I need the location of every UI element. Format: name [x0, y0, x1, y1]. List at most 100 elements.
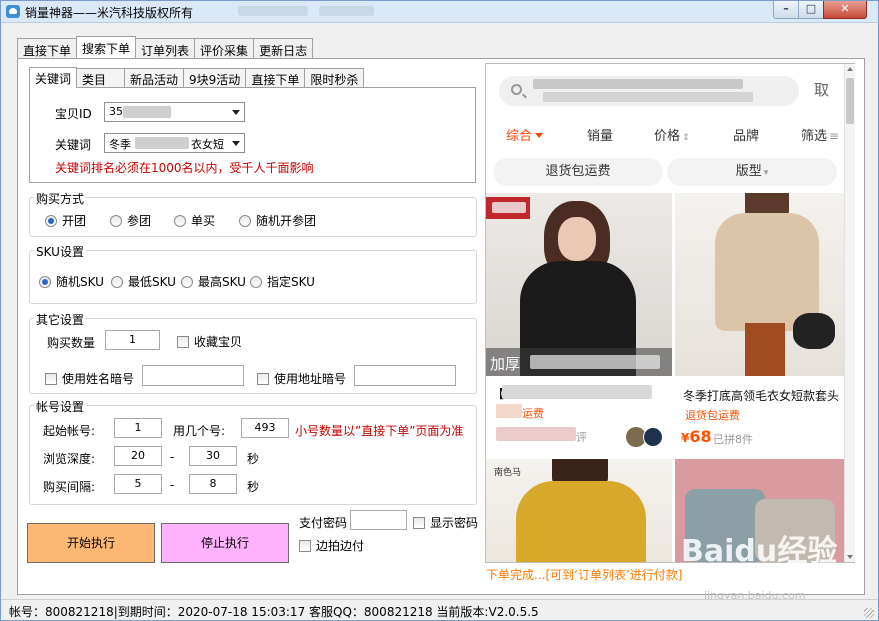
maximize-button[interactable]: □: [798, 1, 824, 19]
radio-dot-icon: [181, 275, 193, 288]
title-bar: 销量神器——米汽科技版权所有 – □ ✕: [1, 1, 878, 23]
filter-price[interactable]: 价格 ⇕: [654, 125, 690, 144]
radio-specific-sku[interactable]: 指定SKU: [250, 273, 315, 290]
radio-dot-icon: [250, 275, 262, 288]
show-password-checkbox[interactable]: 显示密码: [413, 514, 478, 531]
checkbox-label: 收藏宝贝: [194, 335, 243, 349]
scroll-thumb[interactable]: [846, 78, 854, 124]
tab-update-log[interactable]: 更新日志: [253, 38, 314, 58]
qty-input[interactable]: 1: [105, 330, 160, 350]
radio-lowest-sku[interactable]: 最低SKU: [111, 273, 176, 290]
product-card[interactable]: 加厚 【 运费 评: [486, 193, 672, 453]
addr-code-checkbox[interactable]: 使用地址暗号: [257, 370, 346, 387]
search-input[interactable]: [499, 76, 799, 106]
search-cancel-link[interactable]: 取: [814, 79, 829, 100]
pay-password-input[interactable]: [350, 510, 407, 530]
buy-interval-max-input[interactable]: 8: [189, 474, 237, 494]
filter-sales[interactable]: 销量: [587, 125, 613, 144]
product-photo-bag: [793, 313, 835, 349]
radio-label: 随机开参团: [256, 214, 317, 228]
radio-single-buy[interactable]: 单买: [174, 212, 215, 229]
radio-highest-sku[interactable]: 最高SKU: [181, 273, 246, 290]
favorite-checkbox[interactable]: 收藏宝贝: [177, 333, 242, 350]
item-id-label: 宝贝ID: [55, 107, 92, 121]
addr-code-input[interactable]: [354, 365, 456, 386]
radio-random-sku[interactable]: 随机SKU: [39, 273, 104, 290]
radio-dot-icon: [111, 275, 123, 288]
search-icon: [511, 84, 522, 95]
radio-join-group[interactable]: 参团: [110, 212, 151, 229]
radio-open-group[interactable]: 开团: [45, 212, 86, 229]
dropdown-arrow-icon: [232, 110, 240, 115]
keyword-combo[interactable]: 冬季 衣女短: [104, 133, 245, 153]
radio-label: 单买: [191, 214, 216, 228]
product-card[interactable]: 南色马: [486, 459, 672, 562]
pill-return-shipping[interactable]: 退货包运费: [493, 158, 663, 186]
stop-button[interactable]: 停止执行: [161, 523, 289, 563]
radio-label: 随机SKU: [56, 275, 104, 289]
name-code-checkbox[interactable]: 使用姓名暗号: [45, 370, 134, 387]
scroll-down-icon[interactable]: [847, 555, 853, 559]
buyer-avatar: [643, 427, 663, 447]
pay-while-shoot-checkbox[interactable]: 边拍边付: [299, 537, 364, 554]
blurred-region: [533, 79, 743, 89]
buy-interval-label: 购买间隔:: [43, 480, 96, 494]
item-id-combo[interactable]: 35: [104, 102, 245, 122]
caret-down-icon: [535, 133, 544, 138]
blurred-region: [496, 427, 576, 441]
checkbox-label: 使用姓名暗号: [62, 372, 135, 386]
minimize-icon: –: [783, 2, 789, 15]
subtab-direct-order[interactable]: 直接下单: [245, 68, 306, 87]
pill-fit[interactable]: 版型 ▾: [667, 158, 837, 186]
checkbox-box-icon: [45, 372, 57, 385]
account-settings-title: 帐号设置: [34, 398, 87, 415]
filter-screen[interactable]: 筛选 ≡: [801, 125, 839, 144]
watermark-logo: Baidu经验: [681, 534, 838, 569]
browse-depth-label: 浏览深度:: [43, 452, 96, 466]
resize-grip-icon[interactable]: [864, 608, 874, 618]
account-count-note: 小号数量以”直接下单”页面为准: [295, 424, 464, 438]
subtab-99-activity[interactable]: 9块9活动: [183, 68, 247, 87]
subtab-flash-sale[interactable]: 限时秒杀: [304, 68, 365, 87]
sub-tab-strip: 关键词 类目 新品活动 9块9活动 直接下单 限时秒杀: [29, 67, 365, 88]
browse-depth-min-input[interactable]: 20: [114, 446, 162, 466]
keyword-warning: 关键词排名必须在1000名以内，受千人千面影响: [55, 161, 314, 175]
scroll-up-icon[interactable]: [847, 67, 853, 71]
product-image: [675, 193, 844, 376]
radio-label: 最低SKU: [128, 275, 176, 289]
subtab-new-product[interactable]: 新品活动: [124, 68, 185, 87]
start-button[interactable]: 开始执行: [27, 523, 155, 563]
blurred-region: [496, 404, 522, 418]
blurred-region: [319, 6, 374, 16]
minimize-button[interactable]: –: [773, 1, 799, 19]
buy-interval-min-input[interactable]: 5: [114, 474, 162, 494]
tab-direct-order[interactable]: 直接下单: [17, 38, 78, 58]
checkbox-label: 使用地址暗号: [274, 372, 347, 386]
tab-search-order[interactable]: 搜索下单: [76, 36, 137, 58]
close-button[interactable]: ✕: [823, 1, 867, 19]
radio-label: 开团: [62, 214, 87, 228]
browse-depth-max-input[interactable]: 30: [189, 446, 237, 466]
filter-comprehensive[interactable]: 综合: [506, 125, 544, 144]
browser-scrollbar[interactable]: [844, 64, 855, 562]
filter-brand[interactable]: 品牌: [733, 125, 759, 144]
sku-title: SKU设置: [34, 243, 86, 260]
blurred-region: [492, 202, 526, 213]
radio-random-group[interactable]: 随机开参团: [239, 212, 316, 229]
subtab-keyword[interactable]: 关键词: [29, 67, 78, 88]
tab-review-collect[interactable]: 评价采集: [194, 38, 255, 58]
radio-dot-icon: [45, 214, 57, 227]
account-count-input[interactable]: 493: [241, 418, 289, 438]
maximize-icon: □: [805, 2, 817, 15]
blurred-region: [238, 6, 308, 16]
buy-mode-title: 购买方式: [34, 190, 87, 207]
product-card[interactable]: 冬季打底高领毛衣女短款套头 退货包运费 ¥68 已拼8件: [675, 193, 844, 453]
keyword-label: 关键词: [55, 138, 92, 152]
start-account-input[interactable]: 1: [114, 418, 162, 438]
range-dash: -: [170, 450, 175, 464]
blurred-region: [123, 106, 171, 118]
product-photo-skirt: [745, 323, 785, 376]
subtab-category[interactable]: 类目: [76, 68, 126, 87]
tab-order-list[interactable]: 订单列表: [135, 38, 196, 58]
name-code-input[interactable]: [142, 365, 244, 386]
